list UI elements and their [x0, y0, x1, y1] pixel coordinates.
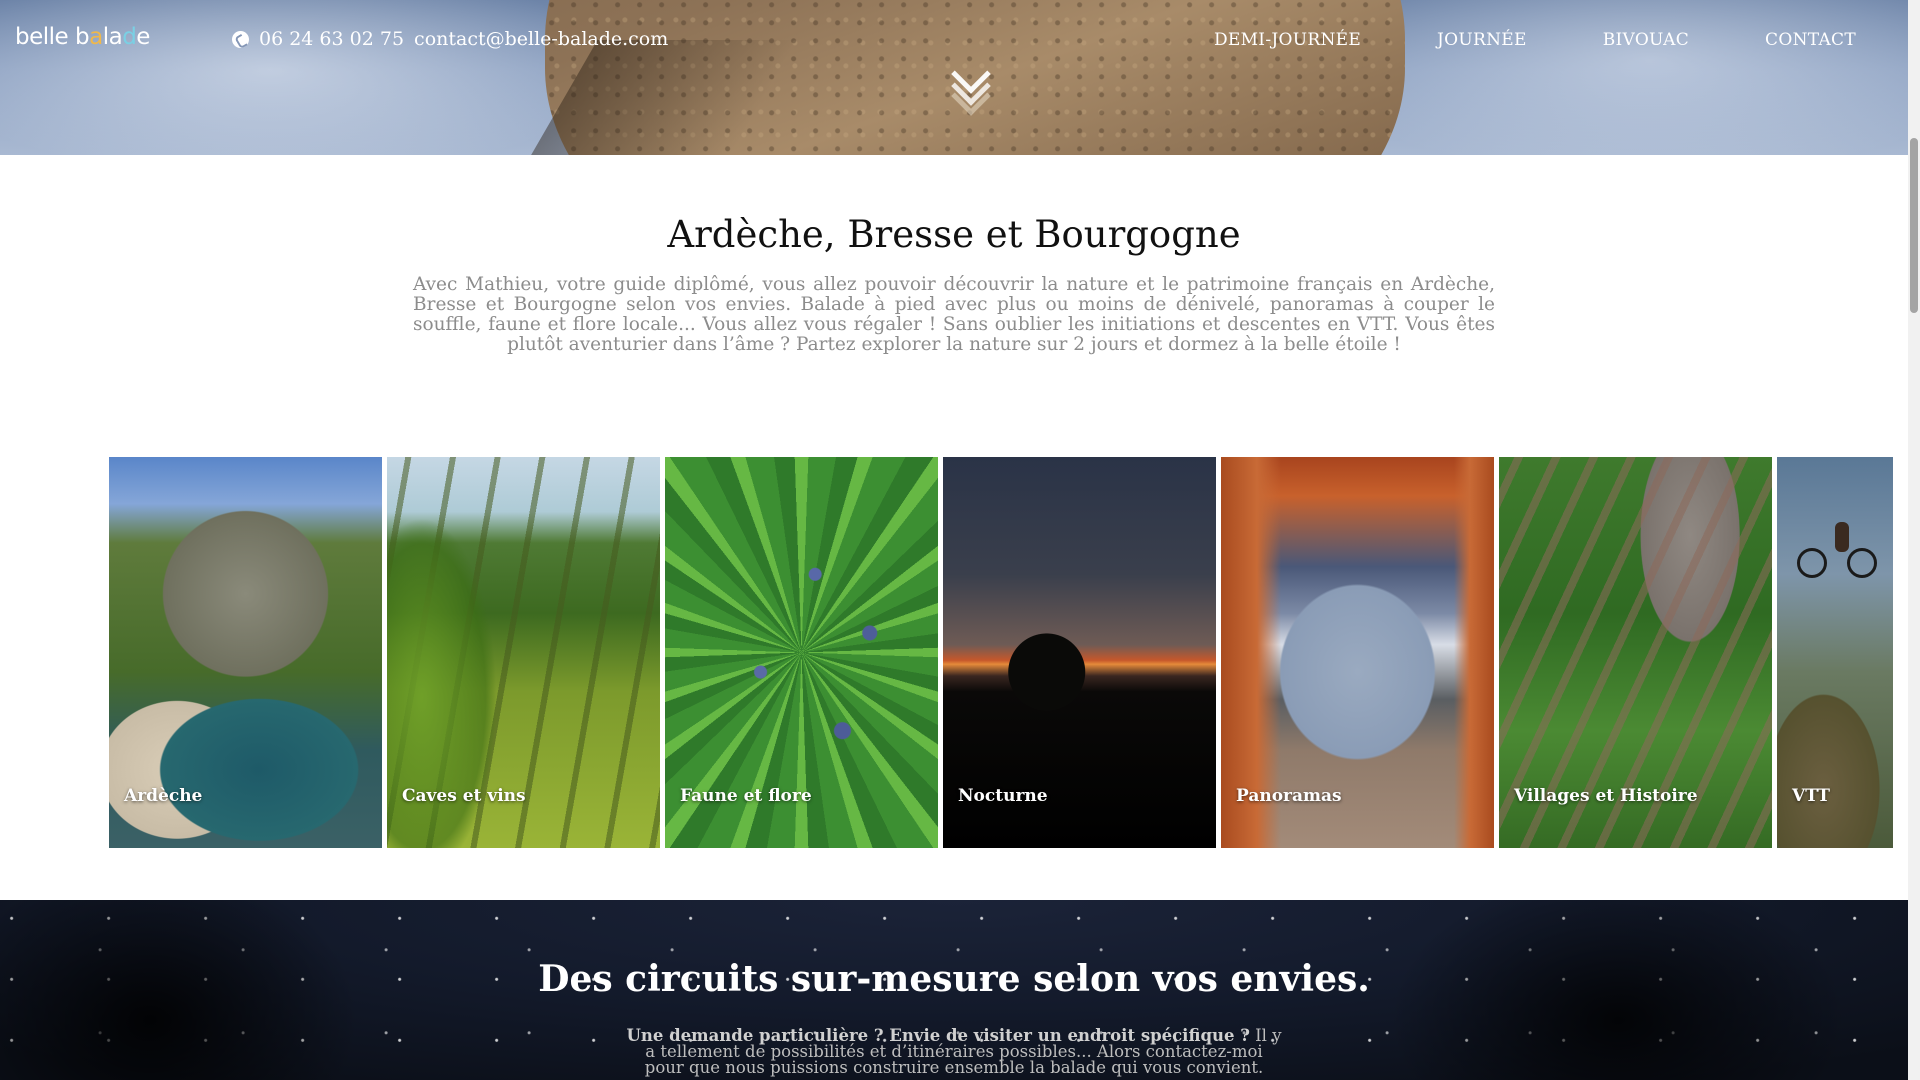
- tile-label: Nocturne: [958, 786, 1048, 806]
- phone-icon: [232, 30, 249, 48]
- chevron-down-icon[interactable]: [951, 54, 991, 116]
- intro-paragraph: Avec Mathieu, votre guide diplômé, vous …: [413, 274, 1495, 355]
- nav-demi-journee[interactable]: DEMI-JOURNÉE: [1214, 30, 1361, 50]
- main-menu: DEMI-JOURNÉE JOURNÉE BIVOUAC CONTACT: [1214, 30, 1856, 50]
- email-link[interactable]: contact@belle-balade.com: [414, 28, 668, 50]
- tile-label: Ardèche: [124, 786, 203, 806]
- tile-label: Faune et flore: [680, 786, 812, 806]
- gallery-tile-panoramas[interactable]: Panoramas: [1221, 457, 1494, 848]
- tile-label: Caves et vins: [402, 786, 526, 806]
- gallery-tile-vtt[interactable]: VTT: [1777, 457, 1893, 848]
- nav-journee[interactable]: JOURNÉE: [1437, 30, 1527, 50]
- page-scrollbar[interactable]: [1908, 0, 1920, 1080]
- gallery-tile-nocturne[interactable]: Nocturne: [943, 457, 1216, 848]
- gallery-tile-ardeche[interactable]: Ardèche: [109, 457, 382, 848]
- nav-bivouac[interactable]: BIVOUAC: [1603, 30, 1689, 50]
- contact-info: 06 24 63 02 75 contact@belle-balade.com: [232, 28, 668, 50]
- site-logo[interactable]: belle balade: [15, 24, 150, 50]
- tile-label: VTT: [1792, 786, 1830, 806]
- tile-label: Panoramas: [1236, 786, 1342, 806]
- gallery-tile-caves-et-vins[interactable]: Caves et vins: [387, 457, 660, 848]
- nav-contact[interactable]: CONTACT: [1765, 30, 1856, 50]
- tile-label: Villages et Histoire: [1514, 786, 1698, 806]
- gallery-tile-villages-et-histoire[interactable]: Villages et Histoire: [1499, 457, 1772, 848]
- section-title: Ardèche, Bresse et Bourgogne: [667, 213, 1241, 256]
- activity-gallery: Ardèche Caves et vins Faune et flore Noc…: [109, 457, 1893, 848]
- phone-link[interactable]: 06 24 63 02 75: [259, 28, 404, 50]
- cyclist-silhouette: [1797, 522, 1887, 582]
- custom-circuits-title: Des circuits sur-mesure selon vos envies…: [538, 958, 1370, 1000]
- scrollbar-thumb[interactable]: [1910, 138, 1918, 313]
- gallery-tile-faune-et-flore[interactable]: Faune et flore: [665, 457, 938, 848]
- top-navigation-bar: belle balade 06 24 63 02 75 contact@bell…: [0, 0, 1908, 116]
- custom-circuits-text: Une demande particulière ? Envie de visi…: [626, 1027, 1282, 1076]
